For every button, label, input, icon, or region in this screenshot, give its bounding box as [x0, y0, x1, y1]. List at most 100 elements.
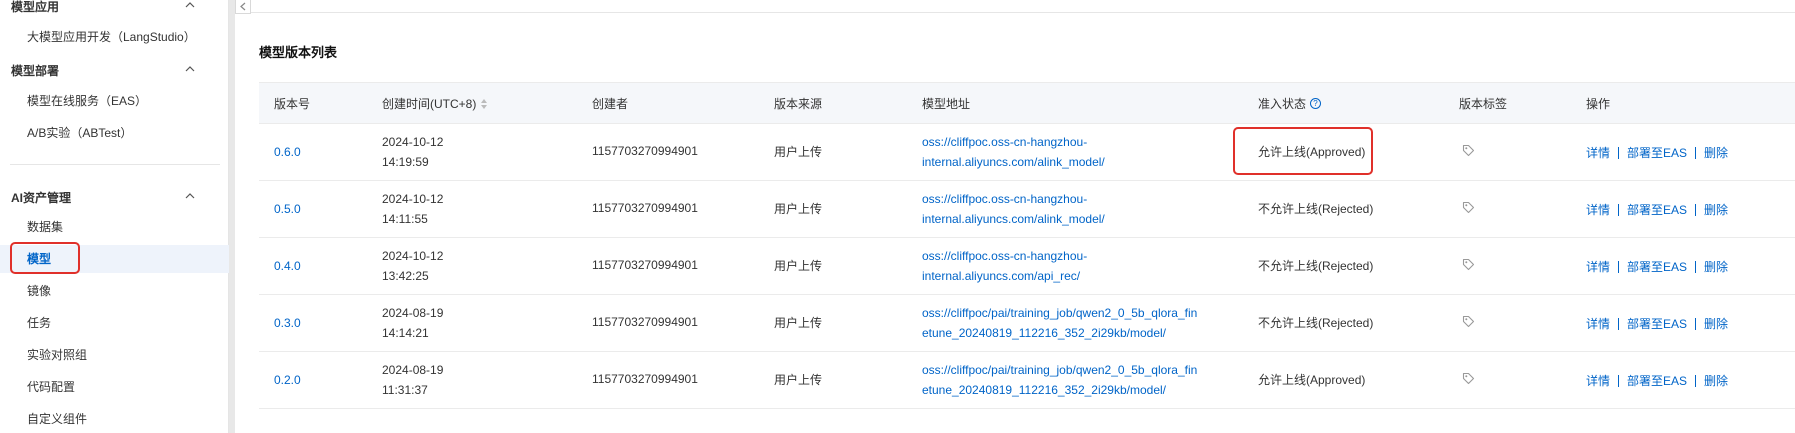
sidebar-divider — [10, 164, 220, 165]
col-creator: 创建者 — [592, 97, 629, 111]
tag-icon[interactable] — [1462, 200, 1475, 220]
row-actions: 详情 部署至EAS 删除 — [1586, 371, 1728, 391]
model-address-line: oss://cliffpoc.oss-cn-hangzhou- — [922, 192, 1088, 206]
action-separator — [1618, 317, 1620, 330]
model-address-link[interactable]: oss://cliffpoc.oss-cn-hangzhou-internal.… — [922, 246, 1222, 286]
sidebar-group-model-deploy[interactable]: 模型部署 — [11, 62, 59, 79]
action-separator — [1618, 203, 1620, 216]
model-address-link[interactable]: oss://cliffpoc.oss-cn-hangzhou-internal.… — [922, 132, 1222, 172]
sidebar-item-eas[interactable]: 模型在线服务（EAS） — [0, 87, 229, 115]
col-status: 准入状态? — [1258, 83, 1322, 125]
created-clock: 14:11:55 — [382, 212, 428, 226]
section-title: 模型版本列表 — [259, 45, 338, 60]
collapse-sidebar-button[interactable] — [235, 0, 251, 14]
col-source: 版本来源 — [774, 97, 823, 111]
row-actions: 详情 部署至EAS 删除 — [1586, 314, 1728, 334]
col-version: 版本号 — [274, 97, 311, 111]
tag-icon[interactable] — [1462, 257, 1475, 277]
creator-id: 1157703270994901 — [592, 372, 698, 386]
sort-icon[interactable] — [480, 98, 488, 110]
model-address-line: internal.aliyuncs.com/alink_model/ — [922, 212, 1105, 226]
detail-link[interactable]: 详情 — [1586, 146, 1610, 160]
sidebar-item-abtest[interactable]: A/B实验（ABTest） — [0, 119, 229, 147]
chevron-left-icon — [240, 2, 246, 11]
created-date: 2024-10-12 — [382, 135, 444, 149]
divider — [251, 12, 1795, 13]
delete-link[interactable]: 删除 — [1704, 374, 1728, 388]
col-created-time[interactable]: 创建时间(UTC+8) — [382, 83, 488, 125]
created-clock: 13:42:25 — [382, 269, 429, 283]
col-address: 模型地址 — [922, 97, 971, 111]
created-time: 2024-10-12 14:19:59 — [382, 132, 443, 172]
deploy-eas-link[interactable]: 部署至EAS — [1627, 260, 1687, 274]
model-address-line: etune_20240819_112216_352_2i29kb/model/ — [922, 383, 1167, 397]
creator-id: 1157703270994901 — [592, 144, 698, 158]
delete-link[interactable]: 删除 — [1704, 260, 1728, 274]
model-address-link[interactable]: oss://cliffpoc/pai/training_job/qwen2_0_… — [922, 360, 1222, 400]
sidebar-item-custom-components[interactable]: 自定义组件 — [0, 405, 229, 433]
creator-id: 1157703270994901 — [592, 315, 698, 329]
tag-icon[interactable] — [1462, 371, 1475, 391]
detail-link[interactable]: 详情 — [1586, 260, 1610, 274]
action-separator — [1618, 146, 1620, 159]
sidebar-item-images[interactable]: 镜像 — [0, 277, 229, 305]
model-address-link[interactable]: oss://cliffpoc.oss-cn-hangzhou-internal.… — [922, 189, 1222, 229]
approval-status: 不允许上线(Rejected) — [1258, 316, 1374, 330]
version-link[interactable]: 0.6.0 — [274, 142, 301, 162]
delete-link[interactable]: 删除 — [1704, 203, 1728, 217]
active-item-highlight — [10, 242, 80, 274]
model-address-link[interactable]: oss://cliffpoc/pai/training_job/qwen2_0_… — [922, 303, 1222, 343]
chevron-up-icon[interactable] — [185, 193, 195, 199]
action-separator — [1695, 203, 1697, 216]
tag-icon[interactable] — [1462, 143, 1475, 163]
model-address-line: internal.aliyuncs.com/alink_model/ — [922, 155, 1105, 169]
row-actions: 详情 部署至EAS 删除 — [1586, 143, 1728, 163]
sidebar-group-model-apps[interactable]: 模型应用 — [11, 0, 59, 15]
created-clock: 14:19:59 — [382, 155, 429, 169]
delete-link[interactable]: 删除 — [1704, 317, 1728, 331]
version-source: 用户上传 — [774, 145, 823, 159]
created-date: 2024-10-12 — [382, 249, 444, 263]
created-date: 2024-08-19 — [382, 363, 444, 377]
question-circle-icon[interactable]: ? — [1310, 98, 1322, 110]
version-link[interactable]: 0.5.0 — [274, 199, 301, 219]
version-link[interactable]: 0.2.0 — [274, 370, 301, 390]
deploy-eas-link[interactable]: 部署至EAS — [1627, 203, 1687, 217]
model-address-line: oss://cliffpoc/pai/training_job/qwen2_0_… — [922, 363, 1198, 377]
action-separator — [1695, 374, 1697, 387]
sidebar-item-code-config[interactable]: 代码配置 — [0, 373, 229, 401]
deploy-eas-link[interactable]: 部署至EAS — [1627, 146, 1687, 160]
deploy-eas-link[interactable]: 部署至EAS — [1627, 374, 1687, 388]
version-link[interactable]: 0.3.0 — [274, 313, 301, 333]
sidebar-group-ai-assets[interactable]: AI资产管理 — [11, 189, 71, 206]
created-clock: 14:14:21 — [382, 326, 429, 340]
version-source: 用户上传 — [774, 316, 823, 330]
table-header: 版本号 创建时间(UTC+8) 创建者 版本来源 模型地址 准入状态? 版本标签… — [259, 82, 1795, 124]
delete-link[interactable]: 删除 — [1704, 146, 1728, 160]
created-time: 2024-10-12 14:11:55 — [382, 189, 443, 229]
detail-link[interactable]: 详情 — [1586, 203, 1610, 217]
version-link[interactable]: 0.4.0 — [274, 256, 301, 276]
sidebar-item-experiment-groups[interactable]: 实验对照组 — [0, 341, 229, 369]
model-address-line: etune_20240819_112216_352_2i29kb/model/ — [922, 326, 1167, 340]
table-row: 0.4.0 2024-10-12 13:42:25 1157703270994901 用… — [259, 238, 1795, 295]
tag-icon[interactable] — [1462, 314, 1475, 334]
approval-status: 允许上线(Approved) — [1258, 373, 1366, 387]
version-source: 用户上传 — [774, 373, 823, 387]
creator-id: 1157703270994901 — [592, 201, 698, 215]
sidebar-item-datasets[interactable]: 数据集 — [0, 213, 229, 241]
approval-status: 不允许上线(Rejected) — [1258, 259, 1374, 273]
sidebar-item-langstudio[interactable]: 大模型应用开发（LangStudio） — [0, 23, 229, 51]
chevron-up-icon[interactable] — [185, 66, 195, 72]
model-address-line: internal.aliyuncs.com/api_rec/ — [922, 269, 1081, 283]
chevron-up-icon[interactable] — [185, 2, 195, 8]
created-date: 2024-10-12 — [382, 192, 444, 206]
table-row: 0.3.0 2024-08-19 14:14:21 1157703270994901 用… — [259, 295, 1795, 352]
detail-link[interactable]: 详情 — [1586, 374, 1610, 388]
sidebar-gutter — [229, 0, 235, 433]
deploy-eas-link[interactable]: 部署至EAS — [1627, 317, 1687, 331]
detail-link[interactable]: 详情 — [1586, 317, 1610, 331]
sidebar-item-jobs[interactable]: 任务 — [0, 309, 229, 337]
status-highlight — [1233, 127, 1373, 175]
col-created-time-label: 创建时间(UTC+8) — [382, 97, 477, 111]
